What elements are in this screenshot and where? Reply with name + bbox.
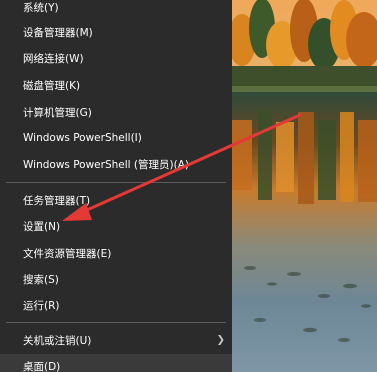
menu-item-label: 系统(Y): [23, 1, 59, 14]
menu-item-label: Windows PowerShell (管理员)(A): [23, 158, 189, 171]
menu-item-label: 桌面(D): [23, 360, 61, 372]
menu-item-search[interactable]: 搜索(S): [0, 267, 232, 291]
menu-item-network-connections[interactable]: 网络连接(W): [0, 46, 232, 70]
chevron-right-icon: ❯: [216, 334, 225, 346]
menu-item-settings[interactable]: 设置(N): [0, 214, 232, 238]
menu-item-device-manager[interactable]: 设备管理器(M): [0, 20, 232, 44]
menu-item-label: 文件资源管理器(E): [23, 247, 112, 260]
menu-item-label: 磁盘管理(K): [23, 79, 81, 92]
menu-item-label: 网络连接(W): [23, 52, 84, 65]
winx-context-menu: 系统(Y) 设备管理器(M) 网络连接(W) 磁盘管理(K) 计算机管理(G) …: [0, 0, 232, 372]
menu-item-computer-management[interactable]: 计算机管理(G): [0, 100, 232, 124]
menu-item-label: 任务管理器(T): [23, 194, 91, 207]
menu-separator: [6, 322, 226, 323]
menu-item-shutdown-signout[interactable]: 关机或注销(U) ❯: [0, 328, 232, 352]
menu-item-file-explorer[interactable]: 文件资源管理器(E): [0, 241, 232, 265]
menu-item-run[interactable]: 运行(R): [0, 293, 232, 317]
menu-item-powershell[interactable]: Windows PowerShell(I): [0, 126, 232, 150]
menu-item-label: 关机或注销(U): [23, 334, 92, 347]
menu-item-label: 设备管理器(M): [23, 26, 93, 39]
menu-item-task-manager[interactable]: 任务管理器(T): [0, 188, 232, 212]
menu-item-label: 设置(N): [23, 220, 61, 233]
menu-item-powershell-admin[interactable]: Windows PowerShell (管理员)(A): [0, 152, 232, 176]
menu-item-label: Windows PowerShell(I): [23, 132, 142, 144]
menu-item-label: 运行(R): [23, 299, 60, 312]
screen: 系统(Y) 设备管理器(M) 网络连接(W) 磁盘管理(K) 计算机管理(G) …: [0, 0, 377, 372]
menu-item-system[interactable]: 系统(Y): [0, 0, 232, 19]
menu-item-label: 计算机管理(G): [23, 106, 92, 119]
desktop-wallpaper: [232, 0, 377, 372]
menu-item-disk-management[interactable]: 磁盘管理(K): [0, 73, 232, 97]
menu-item-label: 搜索(S): [23, 273, 59, 286]
menu-item-desktop[interactable]: 桌面(D): [0, 354, 232, 372]
menu-separator: [6, 182, 226, 183]
